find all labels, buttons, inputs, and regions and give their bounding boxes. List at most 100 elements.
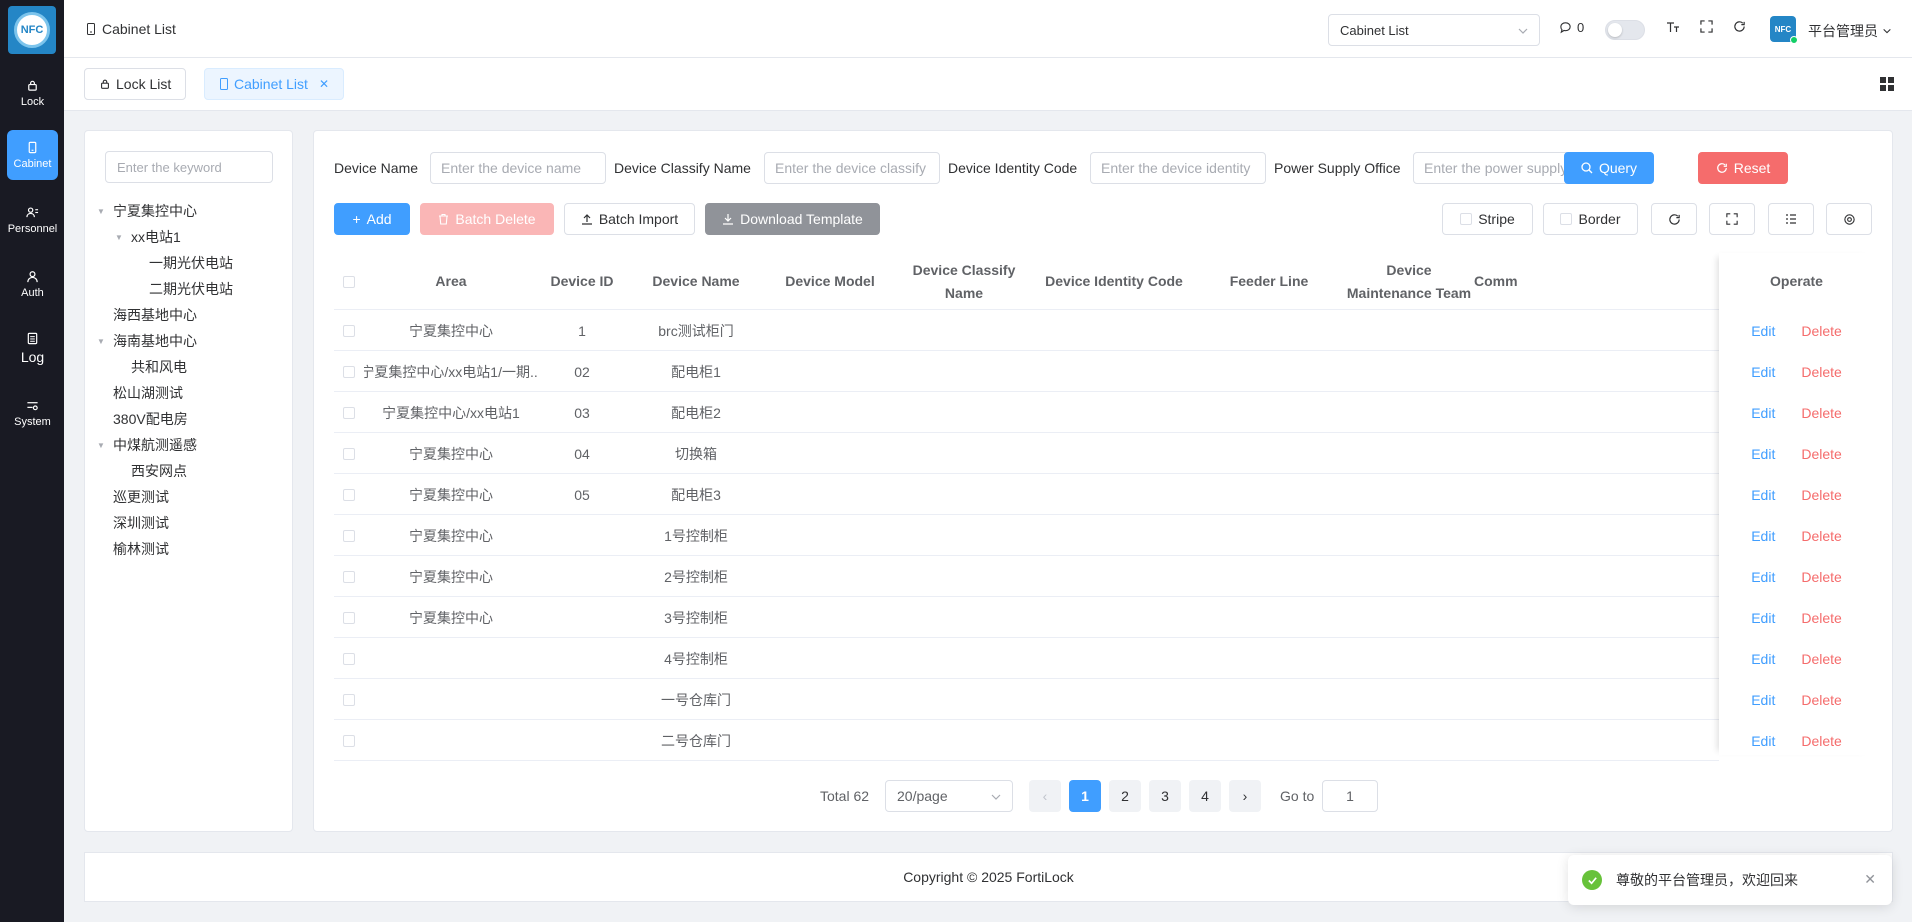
fullscreen-table-button[interactable] bbox=[1709, 203, 1755, 235]
fullscreen-button[interactable] bbox=[1700, 20, 1713, 33]
device-name-input[interactable]: Enter the device name bbox=[430, 152, 606, 184]
tree-node[interactable]: ▼ 宁夏集控中心 bbox=[95, 198, 197, 224]
row-checkbox[interactable] bbox=[334, 392, 364, 433]
close-icon[interactable]: ✕ bbox=[1864, 871, 1876, 888]
sidebar-item-personnel[interactable]: Personnel bbox=[7, 195, 58, 245]
tree-node[interactable]: 共和风电 bbox=[113, 354, 187, 380]
refresh-button[interactable] bbox=[1733, 20, 1746, 33]
identity-input[interactable]: Enter the device identity bbox=[1090, 152, 1266, 184]
row-checkbox[interactable] bbox=[334, 638, 364, 679]
sidebar-item-auth[interactable]: Auth bbox=[7, 259, 58, 309]
column-setting-button[interactable] bbox=[1768, 203, 1814, 235]
caret-down-icon[interactable]: ▼ bbox=[95, 337, 107, 346]
goto-page-input[interactable]: 1 bbox=[1322, 780, 1378, 812]
row-checkbox[interactable] bbox=[334, 433, 364, 474]
close-icon[interactable]: ✕ bbox=[319, 77, 329, 91]
tree-search-input[interactable]: Enter the keyword bbox=[105, 151, 273, 183]
cell-area bbox=[364, 720, 538, 761]
cell-device-name: 切换箱 bbox=[675, 445, 717, 462]
edit-link[interactable]: Edit bbox=[1751, 692, 1775, 708]
delete-link[interactable]: Delete bbox=[1801, 364, 1841, 380]
breadcrumb-item[interactable]: Cabinet List bbox=[102, 21, 176, 37]
delete-link[interactable]: Delete bbox=[1801, 569, 1841, 585]
tree-node[interactable]: ▼ xx电站1 bbox=[113, 224, 181, 250]
tree-node[interactable]: 380V配电房 bbox=[95, 406, 188, 432]
edit-link[interactable]: Edit bbox=[1751, 651, 1775, 667]
caret-down-icon[interactable]: ▼ bbox=[113, 233, 125, 242]
page-search-select[interactable]: Cabinet List bbox=[1328, 14, 1540, 46]
page-size-select[interactable]: 20/page bbox=[885, 780, 1013, 812]
page-button-2[interactable]: 2 bbox=[1109, 780, 1141, 812]
delete-link[interactable]: Delete bbox=[1801, 651, 1841, 667]
edit-link[interactable]: Edit bbox=[1751, 610, 1775, 626]
batch-delete-button[interactable]: Batch Delete bbox=[420, 203, 554, 235]
next-page-button[interactable]: › bbox=[1229, 780, 1261, 812]
refresh-table-button[interactable] bbox=[1651, 203, 1697, 235]
tree-node[interactable]: 松山湖测试 bbox=[95, 380, 183, 406]
theme-toggle[interactable] bbox=[1605, 20, 1645, 40]
tree-node[interactable]: 海西基地中心 bbox=[95, 302, 197, 328]
caret-down-icon[interactable]: ▼ bbox=[95, 441, 107, 450]
sidebar-item-lock[interactable]: Lock bbox=[7, 68, 58, 118]
delete-link[interactable]: Delete bbox=[1801, 733, 1841, 749]
page-button-3[interactable]: 3 bbox=[1149, 780, 1181, 812]
sidebar-item-system[interactable]: System bbox=[7, 388, 58, 438]
row-checkbox[interactable] bbox=[334, 679, 364, 720]
row-checkbox[interactable] bbox=[334, 310, 364, 351]
tree-node-label: 380V配电房 bbox=[113, 411, 188, 427]
office-input[interactable]: Enter the power supply c bbox=[1413, 152, 1589, 184]
select-all-checkbox[interactable] bbox=[334, 253, 364, 310]
row-checkbox[interactable] bbox=[334, 474, 364, 515]
sidebar-item-cabinet[interactable]: Cabinet bbox=[7, 130, 58, 180]
stripe-checkbox[interactable]: Stripe bbox=[1442, 203, 1533, 235]
tree-node[interactable]: 一期光伏电站 bbox=[131, 250, 233, 276]
tree-node[interactable]: ▼ 中煤航测遥感 bbox=[95, 432, 197, 458]
tree-node[interactable]: 巡更测试 bbox=[95, 484, 169, 510]
delete-link[interactable]: Delete bbox=[1801, 487, 1841, 503]
page-button-1[interactable]: 1 bbox=[1069, 780, 1101, 812]
reset-button[interactable]: Reset bbox=[1698, 152, 1788, 184]
sidebar-item-log[interactable]: Log bbox=[7, 323, 58, 373]
delete-link[interactable]: Delete bbox=[1801, 446, 1841, 462]
breadcrumb: Cabinet List bbox=[86, 21, 176, 37]
tree-node[interactable]: 榆林测试 bbox=[95, 536, 169, 562]
row-checkbox[interactable] bbox=[334, 597, 364, 638]
edit-link[interactable]: Edit bbox=[1751, 323, 1775, 339]
delete-link[interactable]: Delete bbox=[1801, 692, 1841, 708]
page-button-4[interactable]: 4 bbox=[1189, 780, 1221, 812]
edit-link[interactable]: Edit bbox=[1751, 733, 1775, 749]
add-button[interactable]: + Add bbox=[334, 203, 410, 235]
query-button[interactable]: Query bbox=[1564, 152, 1654, 184]
tree-node[interactable]: 二期光伏电站 bbox=[131, 276, 233, 302]
edit-link[interactable]: Edit bbox=[1751, 405, 1775, 421]
row-checkbox[interactable] bbox=[334, 720, 364, 761]
delete-link[interactable]: Delete bbox=[1801, 405, 1841, 421]
caret-down-icon[interactable]: ▼ bbox=[95, 207, 107, 216]
prev-page-button[interactable]: ‹ bbox=[1029, 780, 1061, 812]
batch-import-button[interactable]: Batch Import bbox=[564, 203, 695, 235]
classify-input[interactable]: Enter the device classify bbox=[764, 152, 940, 184]
tree-node[interactable]: ▼ 海南基地中心 bbox=[95, 328, 197, 354]
settings-button[interactable] bbox=[1826, 203, 1872, 235]
tab-cabinet-list[interactable]: Cabinet List ✕ bbox=[204, 68, 344, 100]
border-checkbox[interactable]: Border bbox=[1543, 203, 1638, 235]
tree-node[interactable]: 深圳测试 bbox=[95, 510, 169, 536]
edit-link[interactable]: Edit bbox=[1751, 528, 1775, 544]
tree-node[interactable]: 西安网点 bbox=[113, 458, 187, 484]
tab-lock-list[interactable]: Lock List bbox=[84, 68, 187, 100]
message-button[interactable]: 0 bbox=[1559, 20, 1584, 35]
edit-link[interactable]: Edit bbox=[1751, 569, 1775, 585]
font-size-button[interactable] bbox=[1666, 20, 1680, 34]
row-checkbox[interactable] bbox=[334, 515, 364, 556]
user-menu[interactable]: 平台管理员 bbox=[1808, 21, 1892, 41]
grid-menu-icon[interactable] bbox=[1880, 77, 1894, 91]
row-checkbox[interactable] bbox=[334, 351, 364, 392]
edit-link[interactable]: Edit bbox=[1751, 487, 1775, 503]
download-template-button[interactable]: Download Template bbox=[705, 203, 880, 235]
edit-link[interactable]: Edit bbox=[1751, 446, 1775, 462]
delete-link[interactable]: Delete bbox=[1801, 528, 1841, 544]
delete-link[interactable]: Delete bbox=[1801, 610, 1841, 626]
edit-link[interactable]: Edit bbox=[1751, 364, 1775, 380]
row-checkbox[interactable] bbox=[334, 556, 364, 597]
delete-link[interactable]: Delete bbox=[1801, 323, 1841, 339]
